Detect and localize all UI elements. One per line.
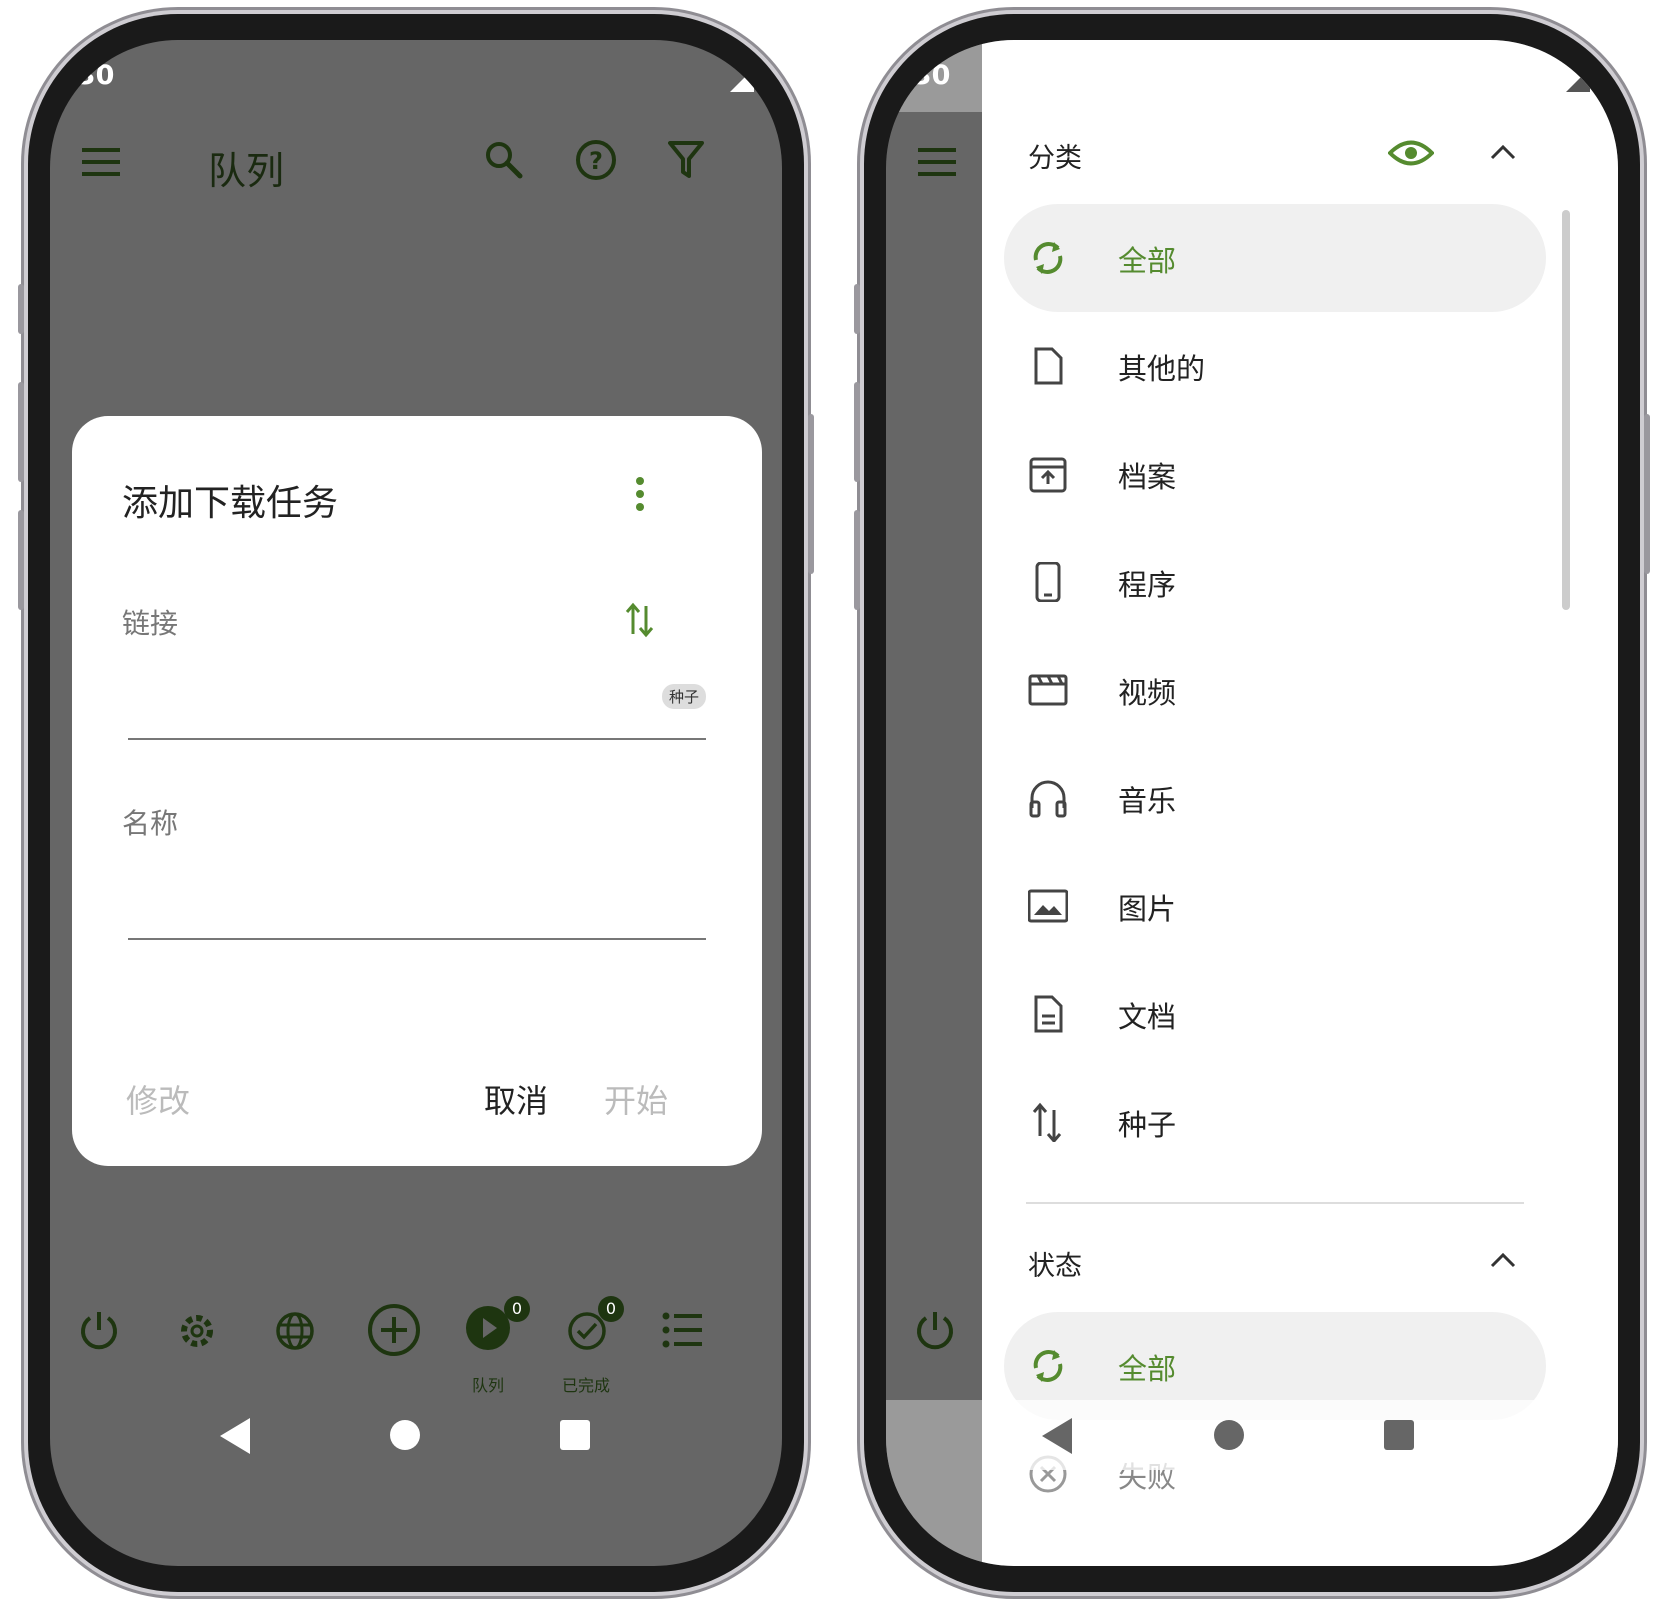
category-label: 程序 [1118, 568, 1177, 602]
category-item-documents[interactable]: 文档 [982, 960, 1618, 1068]
collapse-categories-icon[interactable] [1490, 144, 1516, 160]
start-button[interactable]: 开始 [604, 1076, 668, 1122]
status-label: 全部 [1118, 1352, 1177, 1386]
archive-icon [1029, 457, 1067, 493]
side-button [18, 284, 24, 334]
drawer-scrollbar[interactable] [1562, 210, 1570, 610]
status-time: :30 [66, 60, 115, 91]
category-label: 视频 [1118, 676, 1177, 710]
category-item-music[interactable]: 音乐 [982, 744, 1618, 852]
image-icon [1028, 889, 1068, 923]
category-item-torrents[interactable]: 种子 [982, 1068, 1618, 1176]
category-item-other[interactable]: 其他的 [982, 312, 1618, 420]
status-title: 状态 [1028, 1251, 1082, 1282]
category-item-all[interactable]: 全部 [982, 204, 1618, 312]
dialog-title: 添加下载任务 [122, 483, 339, 524]
nav-recents-icon[interactable] [1384, 1420, 1414, 1450]
category-label: 文档 [1118, 1000, 1177, 1034]
cancel-button[interactable]: 取消 [484, 1076, 548, 1122]
page-title: 队列 [208, 149, 285, 193]
category-item-images[interactable]: 图片 [982, 852, 1618, 960]
file-icon [1034, 347, 1063, 385]
side-button [18, 510, 24, 610]
category-item-programs[interactable]: 程序 [982, 528, 1618, 636]
side-button [854, 382, 860, 482]
battery-icon [766, 68, 780, 92]
search-icon[interactable] [484, 140, 524, 180]
name-input[interactable] [128, 938, 706, 940]
side-button [854, 510, 860, 610]
status-time: :30 [902, 60, 951, 91]
refresh-icon [1033, 1350, 1063, 1382]
battery-icon [1602, 68, 1616, 92]
globe-icon[interactable] [274, 1310, 316, 1352]
link-input[interactable] [128, 738, 706, 740]
queue-count-badge: 0 [504, 1296, 530, 1322]
filter-icon[interactable] [668, 140, 704, 180]
category-item-video[interactable]: 视频 [982, 636, 1618, 744]
link-label: 链接 [122, 607, 179, 640]
selected-highlight [1004, 204, 1546, 312]
nav-recents-icon[interactable] [560, 1420, 590, 1450]
phone-frame-right: :30 分类 全部 其他的 档案 程序 视频 音乐 图片 文档 种子 状态 全部… [854, 14, 1650, 1592]
signal-icon [1566, 68, 1590, 92]
add-download-dialog: 添加下载任务 链接 种子 名称 修改 取消 开始 [72, 416, 762, 1166]
side-button [1644, 414, 1650, 574]
phone-icon [1035, 562, 1061, 602]
category-label: 种子 [1118, 1108, 1177, 1142]
add-circle-icon[interactable] [366, 1302, 422, 1358]
torrent-chip: 种子 [661, 684, 706, 709]
signal-icon [730, 68, 754, 92]
completed-count-badge: 0 [598, 1296, 624, 1322]
side-button [18, 382, 24, 482]
collapse-status-icon[interactable] [1490, 1252, 1516, 1268]
category-label: 档案 [1118, 460, 1177, 494]
help-icon[interactable]: ? [574, 138, 618, 182]
phone-frame-left: :30 队列 ? 添加下载任务 链接 种子 名称 修改 取消 开始 0 队列 0… [18, 14, 814, 1592]
category-item-archive[interactable]: 档案 [982, 420, 1618, 528]
nav-bar-overlay [982, 1400, 1618, 1470]
gear-icon[interactable] [176, 1310, 218, 1352]
svg-text:?: ? [589, 147, 603, 175]
document-icon [1034, 995, 1063, 1033]
categories-title: 分类 [1028, 143, 1082, 174]
nav-back-icon[interactable] [1042, 1418, 1072, 1454]
category-label: 全部 [1118, 244, 1177, 278]
nav-home-icon[interactable] [390, 1420, 420, 1450]
screen-left: :30 队列 ? 添加下载任务 链接 种子 名称 修改 取消 开始 0 队列 0… [50, 40, 782, 1566]
divider [1026, 1202, 1524, 1204]
screen-right: :30 分类 全部 其他的 档案 程序 视频 音乐 图片 文档 种子 状态 全部… [886, 40, 1618, 1566]
category-label: 图片 [1118, 892, 1177, 926]
torrent-icon[interactable] [624, 600, 656, 640]
side-button [808, 414, 814, 574]
nav-home-icon[interactable] [1214, 1420, 1244, 1450]
refresh-icon [1033, 242, 1063, 274]
eye-icon[interactable] [1388, 138, 1434, 168]
torrent-icon [1032, 1102, 1062, 1142]
menu-icon[interactable] [82, 148, 122, 178]
tab-queue[interactable]: 队列 [448, 1372, 528, 1396]
nav-bar-scrim [886, 1400, 982, 1566]
menu-icon[interactable] [918, 148, 958, 178]
tab-completed[interactable]: 已完成 [546, 1372, 626, 1396]
video-icon [1028, 674, 1068, 706]
navigation-drawer: 分类 全部 其他的 档案 程序 视频 音乐 图片 文档 种子 状态 全部 失败 [982, 40, 1618, 1566]
headphones-icon [1029, 780, 1067, 818]
modify-button[interactable]: 修改 [126, 1076, 190, 1122]
category-label: 其他的 [1118, 352, 1206, 386]
list-icon[interactable] [662, 1310, 704, 1350]
power-icon[interactable] [914, 1310, 956, 1352]
power-icon[interactable] [78, 1310, 120, 1352]
category-label: 音乐 [1118, 784, 1177, 818]
nav-back-icon[interactable] [220, 1418, 250, 1454]
name-label: 名称 [122, 807, 179, 840]
side-button [854, 284, 860, 334]
more-options-icon[interactable] [634, 476, 646, 512]
